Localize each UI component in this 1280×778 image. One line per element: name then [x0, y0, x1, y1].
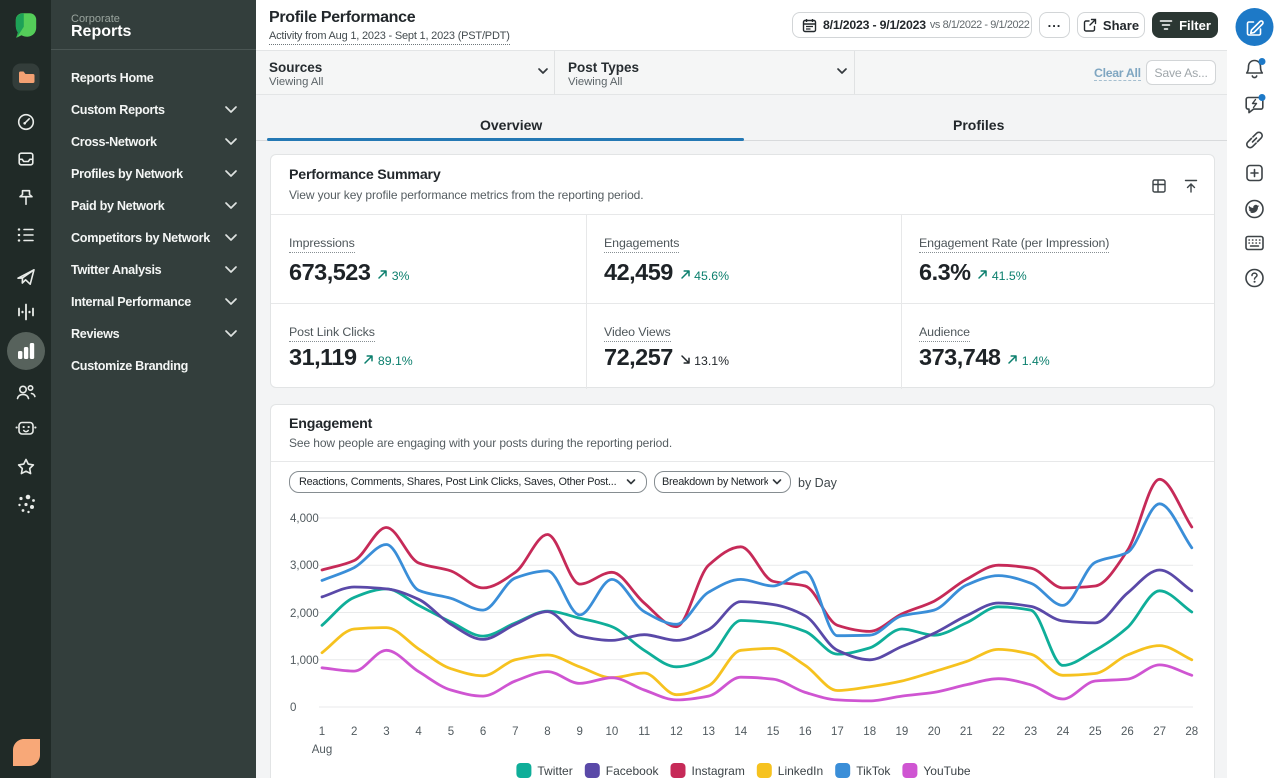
svg-text:18: 18 [863, 726, 876, 738]
svg-text:8: 8 [544, 726, 550, 738]
svg-text:19: 19 [896, 726, 909, 738]
svg-text:17: 17 [831, 726, 844, 738]
svg-text:2: 2 [351, 726, 357, 738]
svg-text:5: 5 [448, 726, 454, 738]
svg-text:Instagram: Instagram [692, 764, 745, 778]
svg-text:26: 26 [1121, 726, 1134, 738]
svg-text:0: 0 [290, 702, 296, 714]
svg-text:LinkedIn: LinkedIn [778, 764, 823, 778]
svg-text:13: 13 [702, 726, 715, 738]
svg-text:4: 4 [415, 726, 422, 738]
svg-text:16: 16 [799, 726, 812, 738]
svg-text:15: 15 [767, 726, 780, 738]
svg-text:24: 24 [1057, 726, 1070, 738]
svg-text:Facebook: Facebook [606, 764, 660, 778]
svg-text:12: 12 [670, 726, 683, 738]
svg-text:22: 22 [992, 726, 1005, 738]
svg-text:21: 21 [960, 726, 973, 738]
svg-text:6: 6 [480, 726, 486, 738]
svg-text:Twitter: Twitter [537, 764, 572, 778]
svg-text:20: 20 [928, 726, 941, 738]
svg-text:27: 27 [1153, 726, 1166, 738]
svg-text:2,000: 2,000 [290, 608, 319, 620]
svg-text:14: 14 [734, 726, 747, 738]
svg-text:7: 7 [512, 726, 518, 738]
svg-text:4,000: 4,000 [290, 513, 319, 525]
svg-text:3: 3 [383, 726, 389, 738]
svg-text:3,000: 3,000 [290, 560, 319, 572]
svg-text:28: 28 [1185, 726, 1198, 738]
svg-text:23: 23 [1024, 726, 1037, 738]
svg-text:1: 1 [319, 726, 325, 738]
svg-text:Aug: Aug [312, 744, 332, 756]
svg-text:YouTube: YouTube [923, 764, 970, 778]
svg-text:11: 11 [638, 726, 650, 738]
svg-text:9: 9 [576, 726, 582, 738]
svg-text:TikTok: TikTok [856, 764, 891, 778]
svg-text:25: 25 [1089, 726, 1102, 738]
svg-text:1,000: 1,000 [290, 655, 319, 667]
svg-text:10: 10 [606, 726, 619, 738]
